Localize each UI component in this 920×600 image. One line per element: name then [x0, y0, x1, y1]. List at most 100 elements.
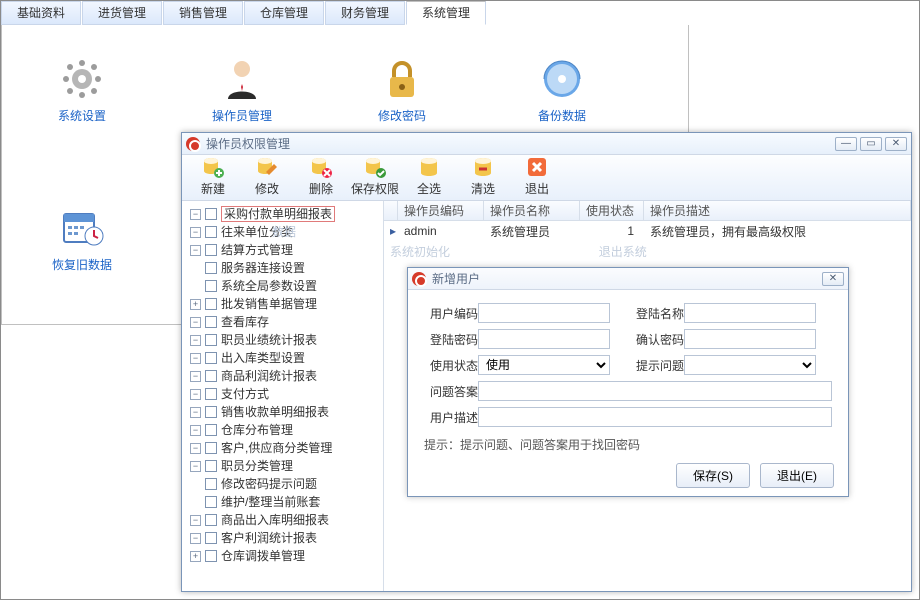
checkbox[interactable]	[205, 496, 217, 508]
checkbox[interactable]	[205, 244, 217, 256]
hint-answer-field[interactable]	[478, 381, 832, 401]
checkbox[interactable]	[205, 298, 217, 310]
permission-tree[interactable]: 采购付款单明细报表往来单位分类数据结算方式管理服务器连接设置系统全局参数设置批发…	[182, 201, 384, 591]
expand-icon[interactable]	[190, 389, 201, 400]
checkbox[interactable]	[205, 550, 217, 562]
tree-item[interactable]: 出入库类型设置	[190, 349, 383, 367]
tree-item[interactable]: 支付方式	[190, 385, 383, 403]
expand-icon[interactable]	[190, 443, 201, 454]
checkbox[interactable]	[205, 316, 217, 328]
checkbox[interactable]	[205, 424, 217, 436]
tree-item[interactable]: 商品利润统计报表	[190, 367, 383, 385]
tab-basic-info[interactable]: 基础资料	[1, 1, 81, 25]
save-button[interactable]: 保存(S)	[676, 463, 750, 488]
expand-icon[interactable]	[190, 317, 201, 328]
close-button[interactable]: ✕	[822, 272, 844, 286]
expand-icon[interactable]	[190, 353, 201, 364]
tree-item[interactable]: 维护/整理当前账套	[190, 493, 383, 511]
login-name-field[interactable]	[684, 303, 816, 323]
checkbox[interactable]	[205, 262, 217, 274]
checkbox[interactable]	[205, 334, 217, 346]
user-code-field[interactable]	[478, 303, 610, 323]
tree-item[interactable]: 系统全局参数设置	[190, 277, 383, 295]
expand-icon[interactable]	[190, 515, 201, 526]
tree-item[interactable]: 往来单位分类数据	[190, 223, 383, 241]
col-status[interactable]: 使用状态	[580, 201, 644, 220]
toolbar-db-clear[interactable]: 清选	[456, 155, 510, 198]
close-button[interactable]: ✕	[885, 137, 907, 151]
toolbar-db-all[interactable]: 全选	[402, 155, 456, 198]
checkbox[interactable]	[205, 514, 217, 526]
checkbox[interactable]	[205, 532, 217, 544]
nav-operator-mgmt[interactable]: 操作员管理	[162, 55, 322, 124]
checkbox[interactable]	[205, 442, 217, 454]
tab-sales[interactable]: 销售管理	[163, 1, 243, 25]
expand-icon[interactable]	[190, 227, 201, 238]
col-code[interactable]: 操作员编码	[398, 201, 484, 220]
expand-icon[interactable]	[190, 551, 201, 562]
use-state-select[interactable]: 使用	[478, 355, 610, 375]
toolbar-db-plus[interactable]: 新建	[186, 155, 240, 198]
checkbox[interactable]	[205, 478, 217, 490]
perm-titlebar: 操作员权限管理 — ▭ ✕	[182, 133, 911, 155]
new-user-dialog: 新增用户 ✕ 用户编码 登陆名称 登陆密码 确认密码 使用状态 使用 提示问题 …	[407, 267, 849, 497]
toolbar-label: 保存权限	[348, 180, 402, 197]
checkbox[interactable]	[205, 226, 217, 238]
checkbox[interactable]	[205, 370, 217, 382]
tab-purchase[interactable]: 进货管理	[82, 1, 162, 25]
expand-icon[interactable]	[190, 461, 201, 472]
table-row[interactable]: ▸ admin 系统管理员 1 系统管理员，拥有最高级权限	[384, 221, 911, 241]
checkbox[interactable]	[205, 460, 217, 472]
dialog-hint: 提示：提示问题、问题答案用于找回密码	[424, 436, 834, 453]
expand-icon[interactable]	[190, 371, 201, 382]
expand-icon[interactable]	[190, 299, 201, 310]
user-desc-field[interactable]	[478, 407, 832, 427]
tree-item[interactable]: 客户利润统计报表	[190, 529, 383, 547]
expand-icon[interactable]	[190, 425, 201, 436]
toolbar-db-edit[interactable]: 修改	[240, 155, 294, 198]
maximize-button[interactable]: ▭	[860, 137, 882, 151]
toolbar-db-save[interactable]: 保存权限	[348, 155, 402, 198]
tree-item[interactable]: 采购付款单明细报表	[190, 205, 383, 223]
checkbox[interactable]	[205, 406, 217, 418]
tree-item[interactable]: 服务器连接设置	[190, 259, 383, 277]
tree-item[interactable]: 查看库存	[190, 313, 383, 331]
nav-change-pwd[interactable]: 修改密码	[322, 55, 482, 124]
tree-item[interactable]: 结算方式管理	[190, 241, 383, 259]
confirm-pwd-field[interactable]	[684, 329, 816, 349]
tree-item[interactable]: 修改密码提示问题	[190, 475, 383, 493]
tab-finance[interactable]: 财务管理	[325, 1, 405, 25]
checkbox[interactable]	[205, 280, 217, 292]
minimize-button[interactable]: —	[835, 137, 857, 151]
tab-system[interactable]: 系统管理	[406, 1, 486, 25]
checkbox[interactable]	[205, 208, 217, 220]
toolbar-exit[interactable]: 退出	[510, 155, 564, 198]
expand-icon[interactable]	[190, 245, 201, 256]
label-use-state: 使用状态	[422, 357, 478, 374]
expand-icon[interactable]	[190, 533, 201, 544]
expand-icon[interactable]	[190, 209, 201, 220]
tree-item[interactable]: 仓库调拨单管理	[190, 547, 383, 565]
tree-item[interactable]: 职员业绩统计报表	[190, 331, 383, 349]
tree-item[interactable]: 商品出入库明细报表	[190, 511, 383, 529]
col-desc[interactable]: 操作员描述	[644, 201, 911, 220]
tree-item[interactable]: 客户,供应商分类管理	[190, 439, 383, 457]
checkbox[interactable]	[205, 352, 217, 364]
hint-question-select[interactable]	[684, 355, 816, 375]
col-name[interactable]: 操作员名称	[484, 201, 580, 220]
tree-item[interactable]: 批发销售单据管理	[190, 295, 383, 313]
expand-icon[interactable]	[190, 407, 201, 418]
tree-item[interactable]: 职员分类管理	[190, 457, 383, 475]
nav-backup[interactable]: 备份数据	[482, 55, 642, 124]
login-pwd-field[interactable]	[478, 329, 610, 349]
tree-item[interactable]: 仓库分布管理	[190, 421, 383, 439]
exit-button[interactable]: 退出(E)	[760, 463, 834, 488]
expand-icon[interactable]	[190, 335, 201, 346]
checkbox[interactable]	[205, 388, 217, 400]
nav-restore-data[interactable]: 恢复旧数据	[2, 204, 162, 273]
tree-item[interactable]: 销售收款单明细报表	[190, 403, 383, 421]
tab-warehouse[interactable]: 仓库管理	[244, 1, 324, 25]
nav-system-settings[interactable]: 系统设置	[2, 55, 162, 124]
tree-label: 维护/整理当前账套	[221, 493, 320, 511]
toolbar-db-del[interactable]: 删除	[294, 155, 348, 198]
